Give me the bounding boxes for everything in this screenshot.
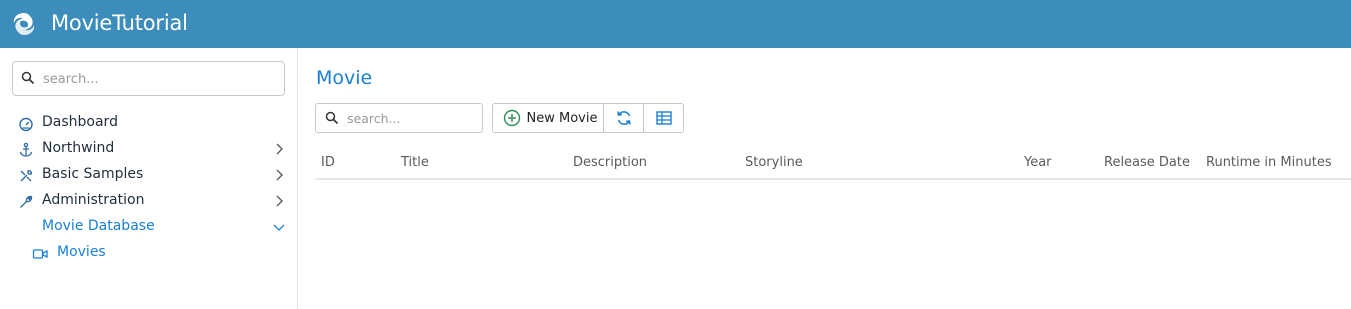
sidebar-item-label: Basic Samples [42, 166, 144, 182]
chevron-down-icon [273, 224, 285, 231]
column-picker-button[interactable] [644, 104, 683, 132]
column-picker-icon [655, 111, 672, 125]
app-logo-icon[interactable] [8, 10, 40, 38]
grid-search-box[interactable] [315, 103, 483, 133]
chevron-right-icon [276, 143, 283, 155]
refresh-icon [616, 111, 631, 125]
dashboard-icon [19, 117, 33, 132]
column-header-runtime[interactable]: Runtime in Minutes [1206, 155, 1332, 170]
chevron-right-icon [276, 169, 283, 181]
sidebar-item-label: Movies [57, 244, 106, 260]
column-header-description[interactable]: Description [573, 155, 647, 170]
sidebar-search-input[interactable] [43, 69, 278, 89]
new-movie-button[interactable]: New Movie [493, 104, 604, 132]
column-header-title[interactable]: Title [401, 155, 429, 170]
app-title[interactable]: MovieTutorial [51, 11, 188, 35]
new-movie-label: New Movie [526, 110, 598, 126]
sidebar-item-northwind[interactable]: Northwind [0, 136, 297, 162]
sidebar-search-box[interactable] [12, 61, 285, 96]
column-header-storyline[interactable]: Storyline [745, 155, 803, 170]
sidebar-item-label: Movie Database [42, 218, 155, 234]
refresh-button[interactable] [604, 104, 644, 132]
sidebar-item-movie-database[interactable]: Movie Database [0, 214, 297, 240]
grid-header: ID Title Description Storyline Year Rele… [315, 148, 1351, 180]
grid-toolbar: New Movie [492, 103, 684, 133]
anchor-icon [19, 142, 33, 157]
chevron-right-icon [276, 195, 283, 207]
column-header-release-date[interactable]: Release Date [1104, 155, 1190, 170]
add-circle-icon [503, 109, 520, 127]
sidebar-item-label: Administration [42, 192, 145, 208]
page-title: Movie [316, 67, 373, 89]
sidebar: Dashboard Northwind Basic Samples Admini… [0, 48, 298, 309]
search-icon [325, 111, 339, 125]
grid-search-input[interactable] [347, 109, 477, 127]
video-camera-icon [32, 249, 48, 259]
column-header-id[interactable]: ID [321, 155, 335, 170]
wrench-icon [20, 195, 33, 208]
sidebar-item-label: Dashboard [42, 114, 118, 130]
sidebar-item-movies[interactable]: Movies [0, 240, 297, 266]
column-header-year[interactable]: Year [1024, 155, 1052, 170]
sidebar-item-dashboard[interactable]: Dashboard [0, 110, 297, 136]
sidebar-item-label: Northwind [42, 140, 115, 156]
top-navbar: MovieTutorial [0, 0, 1351, 48]
sidebar-item-administration[interactable]: Administration [0, 188, 297, 214]
main-content: Movie New Movie [299, 48, 1351, 309]
wrench-screwdriver-icon [20, 170, 32, 182]
sidebar-item-basic-samples[interactable]: Basic Samples [0, 162, 297, 188]
search-icon [21, 71, 35, 85]
